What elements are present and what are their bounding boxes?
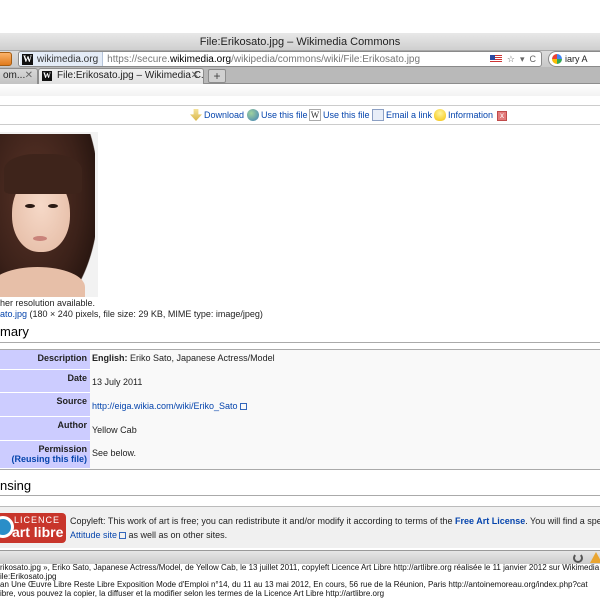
date-label: Date: [0, 370, 90, 393]
globe-icon: [247, 109, 259, 121]
google-icon[interactable]: [552, 54, 562, 64]
attitude-site-link[interactable]: Attitude site: [70, 530, 117, 540]
file-link[interactable]: ato.jpg: [0, 309, 27, 319]
author-value: Yellow Cab: [92, 425, 137, 435]
warning-icon[interactable]: [590, 552, 600, 563]
external-link-icon: [239, 403, 247, 410]
rss-icon[interactable]: [0, 52, 12, 66]
lightbulb-icon: [434, 109, 446, 121]
information-link[interactable]: Information: [434, 109, 493, 121]
url-path: /wikipedia/commons/wiki/File:Erikosato.j…: [231, 53, 421, 65]
free-art-license-link[interactable]: Free Art License: [455, 516, 525, 526]
close-icon[interactable]: ✕: [25, 69, 33, 83]
table-row: Author Yellow Cab: [0, 417, 600, 441]
reload-icon[interactable]: C: [530, 54, 537, 64]
tab-erikosato[interactable]: W File:Erikosato.jpg – Wikimedia C... ✕: [38, 68, 204, 84]
flag-icon[interactable]: [489, 55, 502, 63]
license-text-line2: Attitude site as well as on other sites.: [70, 530, 228, 540]
file-action-bar: Download Use this file W Use this file E…: [0, 105, 600, 125]
site-identity-button[interactable]: W wikimedia.org: [20, 52, 104, 66]
wikipedia-icon: W: [309, 109, 321, 121]
external-link-icon: [119, 532, 127, 539]
window-title: File:Erikosato.jpg – Wikimedia Commons: [0, 33, 600, 51]
tab-label: om...: [3, 70, 26, 81]
source-label: Source: [0, 393, 90, 417]
status-bar: [0, 550, 600, 564]
reusing-file-link[interactable]: (Reusing this file): [11, 454, 87, 464]
use-file-wiki-link[interactable]: W Use this file: [309, 109, 370, 121]
tab-previous[interactable]: om... ✕: [0, 68, 38, 84]
url-domain: wikimedia.org: [169, 53, 232, 65]
licensing-heading: nsing: [0, 478, 32, 493]
page-content: Download Use this file W Use this file E…: [0, 84, 600, 550]
email-link[interactable]: Email a link: [372, 109, 432, 121]
download-link[interactable]: Download: [190, 109, 244, 121]
navigation-toolbar: W wikimedia.org https://secure.wikimedia…: [0, 51, 600, 67]
close-icon[interactable]: ✕: [191, 69, 199, 83]
permission-value: See below.: [92, 448, 137, 458]
table-row: Permission (Reusing this file) See below.: [0, 441, 600, 469]
description-value: English: Eriko Sato, Japanese Actress/Mo…: [92, 353, 275, 363]
new-tab-button[interactable]: +: [208, 69, 226, 83]
search-input[interactable]: iary A: [548, 51, 600, 67]
author-label: Author: [0, 417, 90, 441]
site-identity-label: wikimedia.org: [37, 53, 99, 65]
metadata-text: rikosato.jpg », Eriko Sato, Japanese Act…: [0, 564, 600, 600]
file-meta: (180 × 240 pixels, file size: 29 KB, MIM…: [27, 309, 263, 319]
file-image[interactable]: [0, 132, 98, 297]
table-row: Date 13 July 2011: [0, 370, 600, 393]
email-icon: [372, 109, 384, 121]
source-value: http://eiga.wikia.com/wiki/Eriko_Sato: [90, 393, 247, 417]
tab-label: File:Erikosato.jpg – Wikimedia C...: [57, 70, 204, 81]
use-file-link[interactable]: Use this file: [247, 109, 308, 121]
license-text: Copyleft: This work of art is free; you …: [70, 516, 600, 526]
table-row: Description English: Eriko Sato, Japanes…: [0, 350, 600, 370]
sync-icon[interactable]: [573, 553, 583, 563]
url-dropdown-icon[interactable]: ▾: [520, 54, 525, 65]
permission-label: Permission (Reusing this file): [0, 441, 90, 469]
table-row: Source http://eiga.wikia.com/wiki/Eriko_…: [0, 393, 600, 417]
address-bar[interactable]: W wikimedia.org https://secure.wikimedia…: [18, 51, 542, 67]
wikimedia-favicon-icon: W: [22, 53, 33, 65]
summary-table: Description English: Eriko Sato, Japanes…: [0, 349, 600, 470]
license-box: LICENCE art libre Copyleft: This work of…: [0, 506, 600, 548]
url-text[interactable]: https://secure.wikimedia.org/wikipedia/c…: [107, 54, 420, 65]
url-prefix: https://secure.: [107, 53, 170, 65]
higher-resolution-note: her resolution available.: [0, 298, 96, 308]
close-icon[interactable]: x: [497, 111, 507, 121]
wikimedia-favicon-icon: W: [42, 71, 52, 81]
summary-heading: mary: [0, 324, 29, 339]
source-link[interactable]: http://eiga.wikia.com/wiki/Eriko_Sato: [92, 401, 238, 411]
description-label: Description: [0, 350, 90, 370]
search-text: iary A: [565, 54, 588, 64]
file-info-line: ato.jpg (180 × 240 pixels, file size: 29…: [0, 309, 263, 319]
download-icon: [190, 109, 202, 121]
tab-bar: om... ✕ W File:Erikosato.jpg – Wikimedia…: [0, 67, 600, 84]
bookmark-star-icon[interactable]: ☆: [507, 54, 515, 65]
date-value: 13 July 2011: [92, 377, 143, 387]
licence-art-libre-logo[interactable]: LICENCE art libre: [0, 513, 66, 543]
